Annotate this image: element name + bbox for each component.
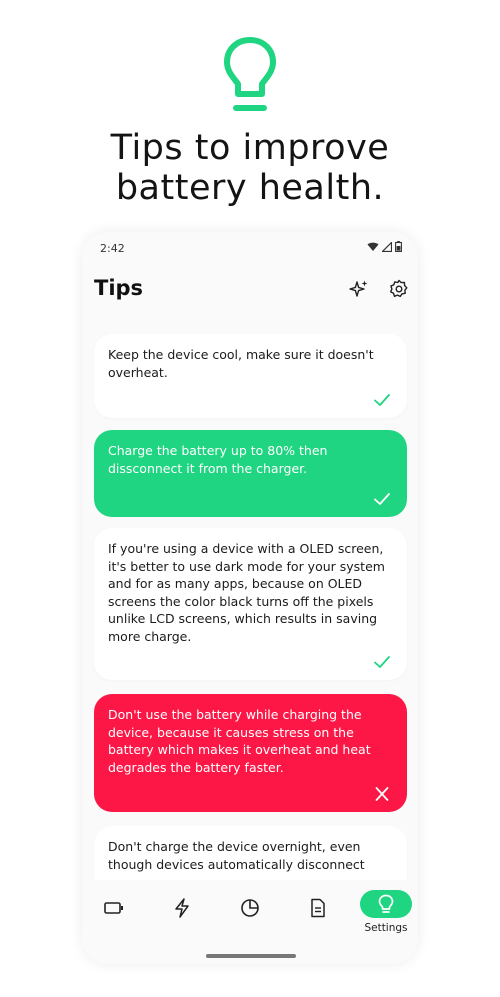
check-icon <box>374 656 390 668</box>
sparkle-button[interactable] <box>348 278 370 300</box>
check-icon <box>374 394 390 406</box>
status-time: 2:42 <box>100 242 125 255</box>
status-icons <box>367 241 402 252</box>
tip-text: Don't charge the device overnight, even … <box>108 839 365 872</box>
lightbulb-icon <box>378 894 394 913</box>
close-icon <box>375 787 389 801</box>
settings-button[interactable] <box>388 278 410 300</box>
nav-item-history[interactable] <box>292 890 344 926</box>
nav-item-charging[interactable] <box>156 890 208 926</box>
settings-icon <box>390 279 408 298</box>
headline-line-1: Tips to improve <box>110 128 390 168</box>
tip-card[interactable]: If you're using a device with a OLED scr… <box>94 528 407 680</box>
bottom-navigation: Settings <box>82 880 418 964</box>
tip-text: Keep the device cool, make sure it doesn… <box>108 347 374 380</box>
status-bar: 2:42 <box>82 232 418 266</box>
pie-chart-icon <box>241 899 259 917</box>
nav-item-battery[interactable] <box>88 890 140 926</box>
nav-item-statistics[interactable] <box>224 890 276 926</box>
wifi-icon <box>367 242 379 251</box>
battery-icon <box>395 241 402 252</box>
tip-text: If you're using a device with a OLED scr… <box>108 541 385 644</box>
lightbulb-icon <box>224 37 276 111</box>
page-title: Tips <box>94 276 144 300</box>
tip-text: Don't use the battery while charging the… <box>108 707 371 775</box>
page-headline: Tips to improve battery health. <box>0 128 500 208</box>
document-icon <box>311 898 325 918</box>
tip-text: Charge the battery up to 80% then dissco… <box>108 443 328 476</box>
nav-label-settings: Settings <box>364 922 408 934</box>
battery-icon <box>104 902 123 914</box>
check-icon <box>374 493 390 505</box>
tip-card[interactable]: Keep the device cool, make sure it doesn… <box>94 334 407 418</box>
nav-item-settings[interactable] <box>360 890 412 926</box>
charging-icon <box>175 898 189 918</box>
tip-card[interactable]: Don't use the battery while charging the… <box>94 694 407 812</box>
home-indicator <box>206 954 296 958</box>
phone-screen: 2:42 Tips Keep the device cool, make sur… <box>82 232 418 964</box>
signal-icon <box>382 241 392 252</box>
headline-line-2: battery health. <box>115 168 385 208</box>
sparkle-icon <box>349 280 368 297</box>
tip-card[interactable]: Charge the battery up to 80% then dissco… <box>94 430 407 517</box>
